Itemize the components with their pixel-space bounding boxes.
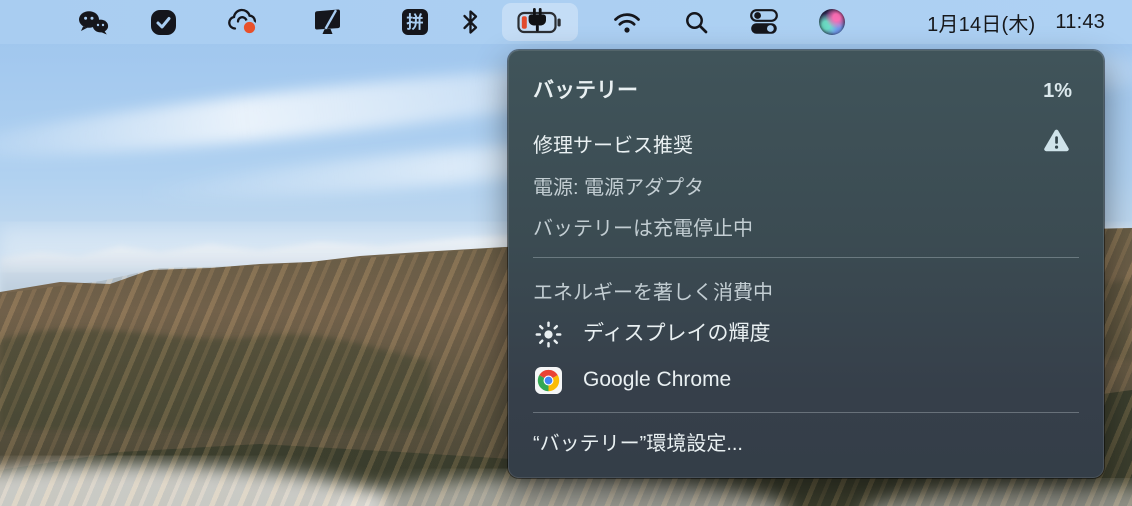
wechat-icon[interactable] bbox=[76, 0, 112, 44]
battery-menu-title: バッテリー bbox=[533, 79, 638, 102]
search-icon[interactable] bbox=[683, 0, 709, 44]
control-center-icon[interactable] bbox=[749, 0, 778, 44]
battery-level: 1% bbox=[1043, 76, 1072, 106]
pinyin-glyph: 拼 bbox=[406, 12, 423, 32]
menu-separator bbox=[533, 412, 1079, 413]
bluetooth-icon[interactable] bbox=[457, 0, 483, 44]
display-brightness-label: ディスプレイの輝度 bbox=[583, 319, 771, 349]
brightness-icon bbox=[535, 321, 562, 348]
chrome-icon bbox=[535, 367, 562, 394]
menu-item-google-chrome[interactable]: Google Chrome bbox=[533, 365, 1072, 395]
checkmark-app-icon[interactable] bbox=[149, 0, 177, 44]
energy-section-header: エネルギーを著しく消費中 bbox=[533, 278, 1072, 308]
pinyin-input-icon[interactable]: 拼 bbox=[400, 0, 429, 44]
menu-separator bbox=[533, 257, 1079, 258]
battery-menu-panel: バッテリー 1% 修理サービス推奨 電源: 電源アダプタ バッテリーは充電停止中… bbox=[508, 50, 1104, 478]
battery-plug-icon[interactable] bbox=[517, 0, 563, 44]
display-icon[interactable] bbox=[311, 0, 343, 44]
charging-status: バッテリーは充電停止中 bbox=[533, 214, 1072, 244]
warning-triangle-icon bbox=[1043, 128, 1070, 162]
service-warning-label: 修理サービス推奨 bbox=[533, 135, 693, 157]
clock-date: 1月14日(木) bbox=[927, 8, 1035, 37]
cloud-sync-icon[interactable] bbox=[225, 0, 259, 44]
wifi-icon[interactable] bbox=[611, 0, 642, 44]
google-chrome-label: Google Chrome bbox=[583, 365, 731, 395]
menu-item-battery-preferences[interactable]: “バッテリー”環境設定... bbox=[533, 429, 1072, 459]
battery-menu-title-row: バッテリー 1% bbox=[533, 76, 1072, 106]
menu-item-service-recommended[interactable]: 修理サービス推奨 bbox=[533, 131, 1072, 161]
siri-icon[interactable] bbox=[818, 0, 845, 44]
clock-time: 11:43 bbox=[1055, 11, 1105, 34]
menu-bar: 拼 bbox=[0, 0, 1132, 44]
menu-item-display-brightness[interactable]: ディスプレイの輝度 bbox=[533, 319, 1072, 349]
power-source-status: 電源: 電源アダプタ bbox=[533, 173, 1072, 203]
menubar-clock[interactable]: 1月14日(木) 11:43 bbox=[927, 0, 1105, 44]
